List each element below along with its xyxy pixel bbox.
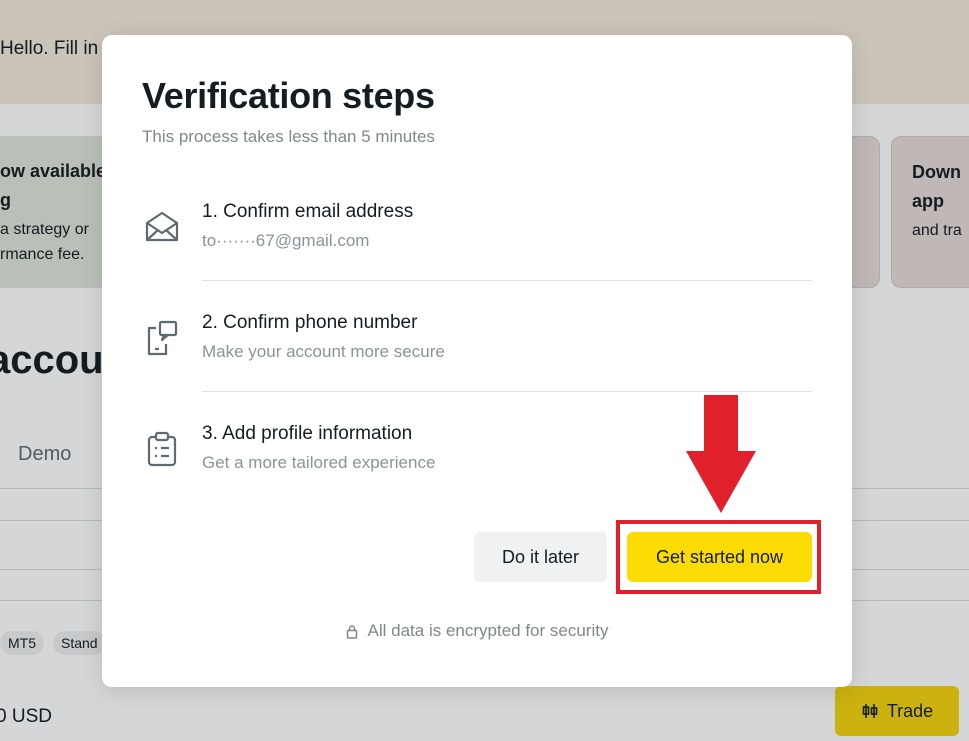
envelope-icon [145,211,179,242]
step-confirm-email: 1. Confirm email address to·······67@gma… [142,183,812,283]
modal-title: Verification steps [142,75,435,116]
security-note: All data is encrypted for security [102,621,852,641]
phone-chat-icon [147,320,178,356]
red-highlight-box [616,520,821,594]
step-description: to·······67@gmail.com [202,231,370,250]
lock-icon [346,624,357,639]
step-description: Get a more tailored experience [202,453,436,472]
modal-subtitle: This process takes less than 5 minutes [142,127,435,146]
do-it-later-button[interactable]: Do it later [474,532,607,582]
step-divider [202,391,812,392]
clipboard-icon [147,431,177,467]
step-title: 3. Add profile information [202,423,413,444]
step-title: 2. Confirm phone number [202,312,418,333]
step-confirm-phone: 2. Confirm phone number Make your accoun… [142,294,812,394]
step-divider [202,280,812,281]
step-title: 1. Confirm email address [202,201,414,222]
red-arrow-annotation [686,395,756,513]
security-note-text: All data is encrypted for security [367,621,609,640]
step-description: Make your account more secure [202,342,445,361]
